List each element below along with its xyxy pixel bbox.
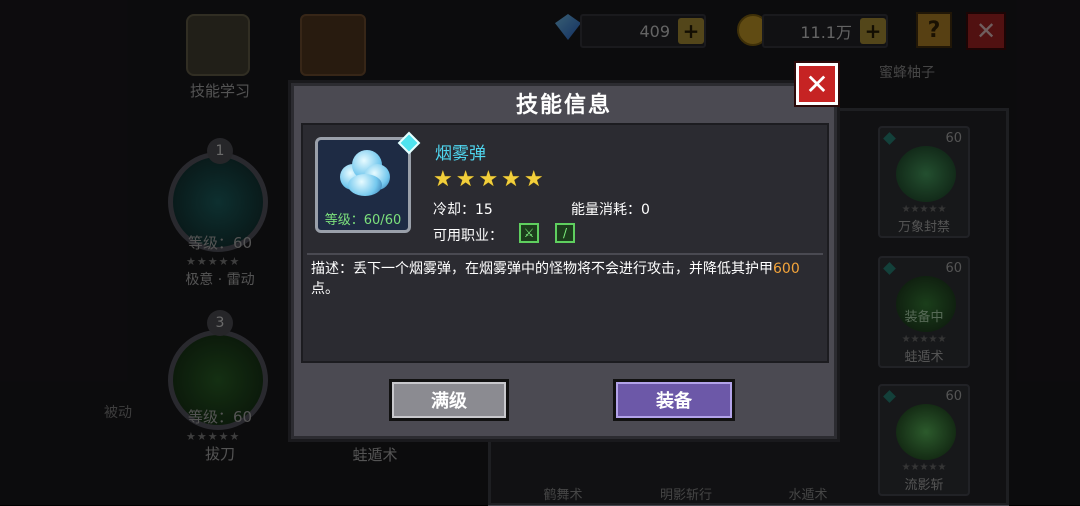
- skill-card-level: 60: [945, 131, 962, 146]
- equip-button[interactable]: 装备: [613, 379, 735, 421]
- desc-text: 描述：丢下一个烟雾弹，在烟雾弹中的怪物将不会进行攻击，并降低其护甲: [311, 261, 773, 277]
- skill-card-name: 水遁术: [788, 488, 828, 503]
- help-button[interactable]: ?: [916, 12, 952, 48]
- gold-counter: 11.1万 +: [762, 14, 888, 48]
- divider: [307, 253, 823, 255]
- equipped-tag: 装备中: [904, 310, 944, 325]
- energy-cost-text: 能量消耗：0: [571, 202, 650, 218]
- armor-reduction-value: 600: [773, 261, 800, 277]
- gem-icon: [883, 390, 896, 403]
- desc-suffix: 点。: [311, 281, 339, 297]
- skill-card-stars: ★★★★★: [901, 334, 947, 345]
- skill-learn-label[interactable]: 技能学习: [170, 80, 270, 101]
- skill-name: 烟雾弹: [435, 144, 486, 164]
- skill-card-stars: ★★★★★: [901, 462, 947, 473]
- skill-card-name: 鹤舞术: [543, 488, 583, 503]
- skill-card[interactable]: 60 ★★★★★ 流影斩: [878, 384, 970, 496]
- passive-label: 被动: [104, 405, 132, 421]
- skill-info-dialog: 技能信息 等级：60/60 烟雾弹 ★★★★★ 冷却：15 能量消耗：0 可用职…: [288, 80, 840, 442]
- skill-detail-panel: 等级：60/60 烟雾弹 ★★★★★ 冷却：15 能量消耗：0 可用职业： ⚔ …: [301, 123, 829, 363]
- bottom-skill-name: 蛙遁术: [352, 446, 398, 464]
- skill-card-name: 明影斩行: [659, 488, 712, 503]
- skill-card-stars: ★★★★★: [901, 204, 947, 215]
- sword-class-icon: ⚔: [519, 223, 539, 243]
- skill-card[interactable]: 60 装备中 ★★★★★ 蛙遁术: [878, 256, 970, 368]
- skill-description: 描述：丢下一个烟雾弹，在烟雾弹中的怪物将不会进行攻击，并降低其护甲600 点。: [311, 259, 816, 299]
- skill-card[interactable]: 60 ★★★★★ 万象封禁: [878, 126, 970, 238]
- smoke-bomb-icon: [336, 150, 392, 198]
- pet-name: 蜜蜂柚子: [879, 65, 935, 81]
- skill-icon-frame: 等级：60/60: [315, 137, 411, 233]
- skill-card-name: 蛙遁术: [904, 350, 944, 365]
- skill-art: [896, 146, 956, 202]
- skill-card-name: 流影斩: [904, 478, 944, 493]
- slot-number: 1: [207, 138, 233, 164]
- slot-stars: ★★★★★: [186, 255, 241, 268]
- skill-stars: ★★★★★: [433, 167, 547, 192]
- chest-icon[interactable]: [300, 14, 366, 76]
- skill-card-level: 60: [945, 389, 962, 404]
- max-level-button[interactable]: 满级: [389, 379, 509, 421]
- slot-name: 拔刀: [204, 445, 235, 463]
- slot-level: 等级：60: [187, 234, 253, 252]
- slot-level: 等级：60: [187, 408, 253, 426]
- blade-class-icon: /: [555, 223, 575, 243]
- close-dialog-button[interactable]: ✕: [794, 61, 840, 107]
- slot-stars: ★★★★★: [186, 430, 241, 443]
- skill-card-level: 60: [945, 261, 962, 276]
- skill-level: 等级：60/60: [324, 213, 402, 228]
- cooldown-text: 冷却：15: [433, 202, 493, 218]
- gem-counter: 409 +: [580, 14, 706, 48]
- add-gold-button[interactable]: +: [860, 18, 886, 44]
- usable-class-label: 可用职业：: [433, 228, 503, 244]
- add-gems-button[interactable]: +: [678, 18, 704, 44]
- gold-count: 11.1万: [800, 23, 852, 42]
- skill-art: [896, 404, 956, 460]
- close-screen-button[interactable]: ✕: [966, 12, 1006, 50]
- skill-card-name: 万象封禁: [897, 220, 950, 235]
- gem-icon: [883, 262, 896, 275]
- gem-icon: [883, 132, 896, 145]
- gem-count: 409: [639, 21, 670, 41]
- slot-number: 3: [207, 310, 233, 336]
- skill-learn-icon[interactable]: [186, 14, 250, 76]
- gem-icon: [555, 14, 581, 40]
- dialog-title: 技能信息: [515, 93, 612, 118]
- slot-name: 极意 · 雷动: [185, 272, 255, 288]
